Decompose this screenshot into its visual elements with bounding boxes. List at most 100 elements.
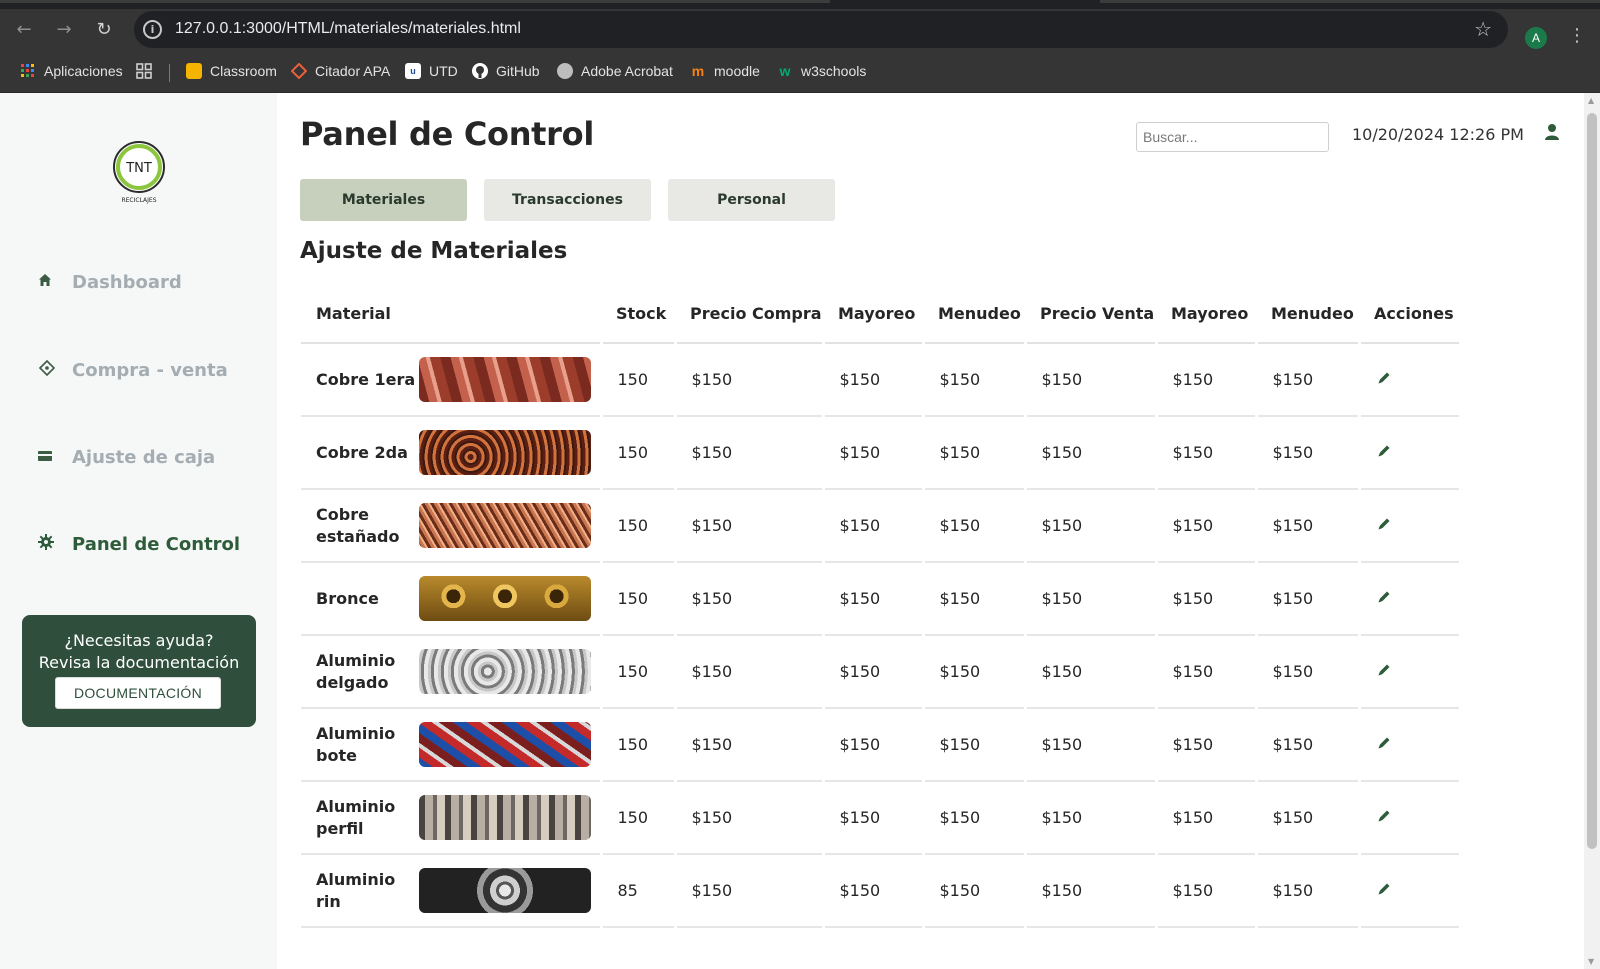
table-body: Cobre 1era 150 $150 $150 $150 $150 $150 $150 Cob… bbox=[301, 343, 1459, 928]
cell-menudeo-c: $150 bbox=[921, 343, 1025, 417]
edit-pencil-icon[interactable] bbox=[1376, 662, 1392, 678]
material-thumbnail bbox=[419, 649, 591, 694]
cell-precio-venta: $150 bbox=[1023, 854, 1156, 928]
site-info-icon[interactable]: i bbox=[143, 20, 162, 39]
table-row: Aluminio perfil 150 $150 $150 $150 $150 $150 $1… bbox=[301, 781, 1459, 855]
moodle-icon: m bbox=[691, 63, 705, 79]
search-input[interactable] bbox=[1136, 122, 1329, 152]
user-icon[interactable] bbox=[1544, 123, 1560, 141]
cell-menudeo-v: $150 bbox=[1254, 489, 1359, 563]
bookmark-star-icon[interactable]: ☆ bbox=[1474, 17, 1492, 41]
cell-mayoreo-v: $150 bbox=[1154, 854, 1256, 928]
cell-mayoreo-v: $150 bbox=[1154, 781, 1256, 855]
sidebar-item-compra-venta[interactable]: Compra - venta bbox=[38, 355, 228, 385]
sidebar-item-label: Panel de Control bbox=[72, 533, 241, 555]
profile-avatar[interactable]: A bbox=[1525, 27, 1547, 49]
page: TNT RECICLAJES Dashboard Compra - venta … bbox=[0, 93, 1584, 969]
background-tab-edge[interactable] bbox=[1100, 0, 1600, 3]
material-thumbnail bbox=[419, 576, 591, 621]
cell-menudeo-v: $150 bbox=[1254, 781, 1359, 855]
sidebar-item-ajuste-caja[interactable]: Ajuste de caja bbox=[38, 442, 215, 472]
tab-bar: Materiales Transacciones Personal bbox=[300, 179, 835, 221]
classroom-icon bbox=[186, 63, 202, 79]
address-bar[interactable]: i 127.0.0.1:3000/HTML/materiales/materia… bbox=[134, 11, 1508, 48]
tab-groups-icon bbox=[136, 63, 152, 79]
url-text[interactable]: 127.0.0.1:3000/HTML/materiales/materiale… bbox=[175, 20, 521, 38]
sidebar-item-dashboard[interactable]: Dashboard bbox=[38, 267, 182, 297]
sidebar-item-panel-control[interactable]: Panel de Control bbox=[38, 529, 240, 559]
browser-toolbar: ← → ↻ i 127.0.0.1:3000/HTML/materiales/m… bbox=[0, 9, 1600, 49]
utd-icon: u bbox=[405, 63, 421, 79]
bookmarks-bar: Aplicaciones Classroom Citador APA u UTD bbox=[0, 49, 1600, 93]
acrobat-icon bbox=[557, 63, 573, 79]
forward-icon[interactable]: → bbox=[51, 17, 77, 43]
bookmark-label: GitHub bbox=[496, 63, 540, 79]
bookmark-classroom[interactable]: Classroom bbox=[186, 60, 277, 82]
bookmark-label: Citador APA bbox=[315, 63, 391, 79]
cell-acciones bbox=[1357, 708, 1459, 782]
page-title: Panel de Control bbox=[300, 115, 595, 153]
table-row: Cobre estañado 150 $150 $150 $150 $150 $150 $15… bbox=[301, 489, 1459, 563]
bookmark-tab-groups[interactable] bbox=[136, 60, 160, 82]
cell-stock: 150 bbox=[599, 343, 675, 417]
edit-pencil-icon[interactable] bbox=[1376, 735, 1392, 751]
bookmark-utd[interactable]: u UTD bbox=[405, 60, 458, 82]
edit-pencil-icon[interactable] bbox=[1376, 370, 1392, 386]
cell-acciones bbox=[1357, 854, 1459, 928]
edit-pencil-icon[interactable] bbox=[1376, 516, 1392, 532]
tab-transacciones[interactable]: Transacciones bbox=[484, 179, 651, 221]
material-name: Cobre estañado bbox=[316, 504, 400, 546]
tab-personal[interactable]: Personal bbox=[668, 179, 835, 221]
material-thumbnail bbox=[419, 868, 591, 913]
bookmark-citador-apa[interactable]: Citador APA bbox=[290, 60, 391, 82]
column-header-material: Material bbox=[301, 285, 601, 344]
tab-materiales[interactable]: Materiales bbox=[300, 179, 467, 221]
edit-pencil-icon[interactable] bbox=[1376, 808, 1392, 824]
cell-material: Aluminio delgado bbox=[301, 635, 601, 709]
edit-pencil-icon[interactable] bbox=[1376, 443, 1392, 459]
cell-menudeo-c: $150 bbox=[921, 635, 1025, 709]
material-cell-content: Bronce bbox=[316, 563, 600, 634]
cell-material: Cobre 2da bbox=[301, 416, 601, 490]
cell-mayoreo-v: $150 bbox=[1154, 708, 1256, 782]
scroll-up-icon[interactable]: ▲ bbox=[1588, 96, 1594, 105]
cell-menudeo-c: $150 bbox=[921, 854, 1025, 928]
column-header-stock: Stock bbox=[601, 285, 675, 344]
active-tab-edge[interactable] bbox=[0, 0, 830, 3]
page-scrollbar[interactable]: ▲ ▼ bbox=[1584, 93, 1600, 969]
bookmark-moodle[interactable]: m moodle bbox=[690, 60, 760, 82]
reload-icon[interactable]: ↻ bbox=[91, 17, 117, 43]
cell-acciones bbox=[1357, 781, 1459, 855]
cell-menudeo-v: $150 bbox=[1254, 635, 1359, 709]
main-content: Panel de Control 10/20/2024 12:26 PM Mat… bbox=[300, 93, 1584, 969]
cell-acciones bbox=[1357, 635, 1459, 709]
tnt-logo[interactable]: TNT RECICLAJES bbox=[111, 140, 167, 204]
cell-mayoreo-v: $150 bbox=[1154, 489, 1256, 563]
column-header-mayoreo-compra: Mayoreo bbox=[823, 285, 923, 344]
materials-table: Material Stock Precio Compra Mayoreo Men… bbox=[301, 285, 1459, 928]
material-cell-content: Aluminio rin bbox=[316, 855, 600, 926]
sidebar-item-label: Dashboard bbox=[72, 271, 182, 293]
menu-kebab-icon[interactable]: ⋮ bbox=[1568, 25, 1586, 46]
material-name: Aluminio bote bbox=[316, 723, 396, 765]
cell-menudeo-v: $150 bbox=[1254, 854, 1359, 928]
edit-pencil-icon[interactable] bbox=[1376, 881, 1392, 897]
cell-mayoreo-v: $150 bbox=[1154, 562, 1256, 636]
table-row: Cobre 1era 150 $150 $150 $150 $150 $150 $150 bbox=[301, 343, 1459, 417]
bookmark-w3schools[interactable]: w w3schools bbox=[777, 60, 867, 82]
back-icon[interactable]: ← bbox=[11, 17, 37, 43]
help-line-2: Revisa la documentación bbox=[38, 653, 240, 672]
scroll-down-icon[interactable]: ▼ bbox=[1588, 957, 1594, 966]
bookmark-label: Aplicaciones bbox=[44, 63, 123, 79]
column-header-mayoreo-venta: Mayoreo bbox=[1156, 285, 1256, 344]
cell-material: Aluminio bote bbox=[301, 708, 601, 782]
cell-menudeo-c: $150 bbox=[921, 708, 1025, 782]
bookmark-adobe-acrobat[interactable]: Adobe Acrobat bbox=[557, 60, 673, 82]
scrollbar-thumb[interactable] bbox=[1587, 113, 1597, 849]
material-thumbnail bbox=[419, 795, 591, 840]
bookmark-github[interactable]: GitHub bbox=[472, 60, 540, 82]
edit-pencil-icon[interactable] bbox=[1376, 589, 1392, 605]
documentation-button[interactable]: DOCUMENTACIÓN bbox=[55, 677, 221, 709]
sidebar-item-label: Ajuste de caja bbox=[72, 446, 216, 468]
bookmark-aplicaciones[interactable]: Aplicaciones bbox=[20, 60, 123, 82]
